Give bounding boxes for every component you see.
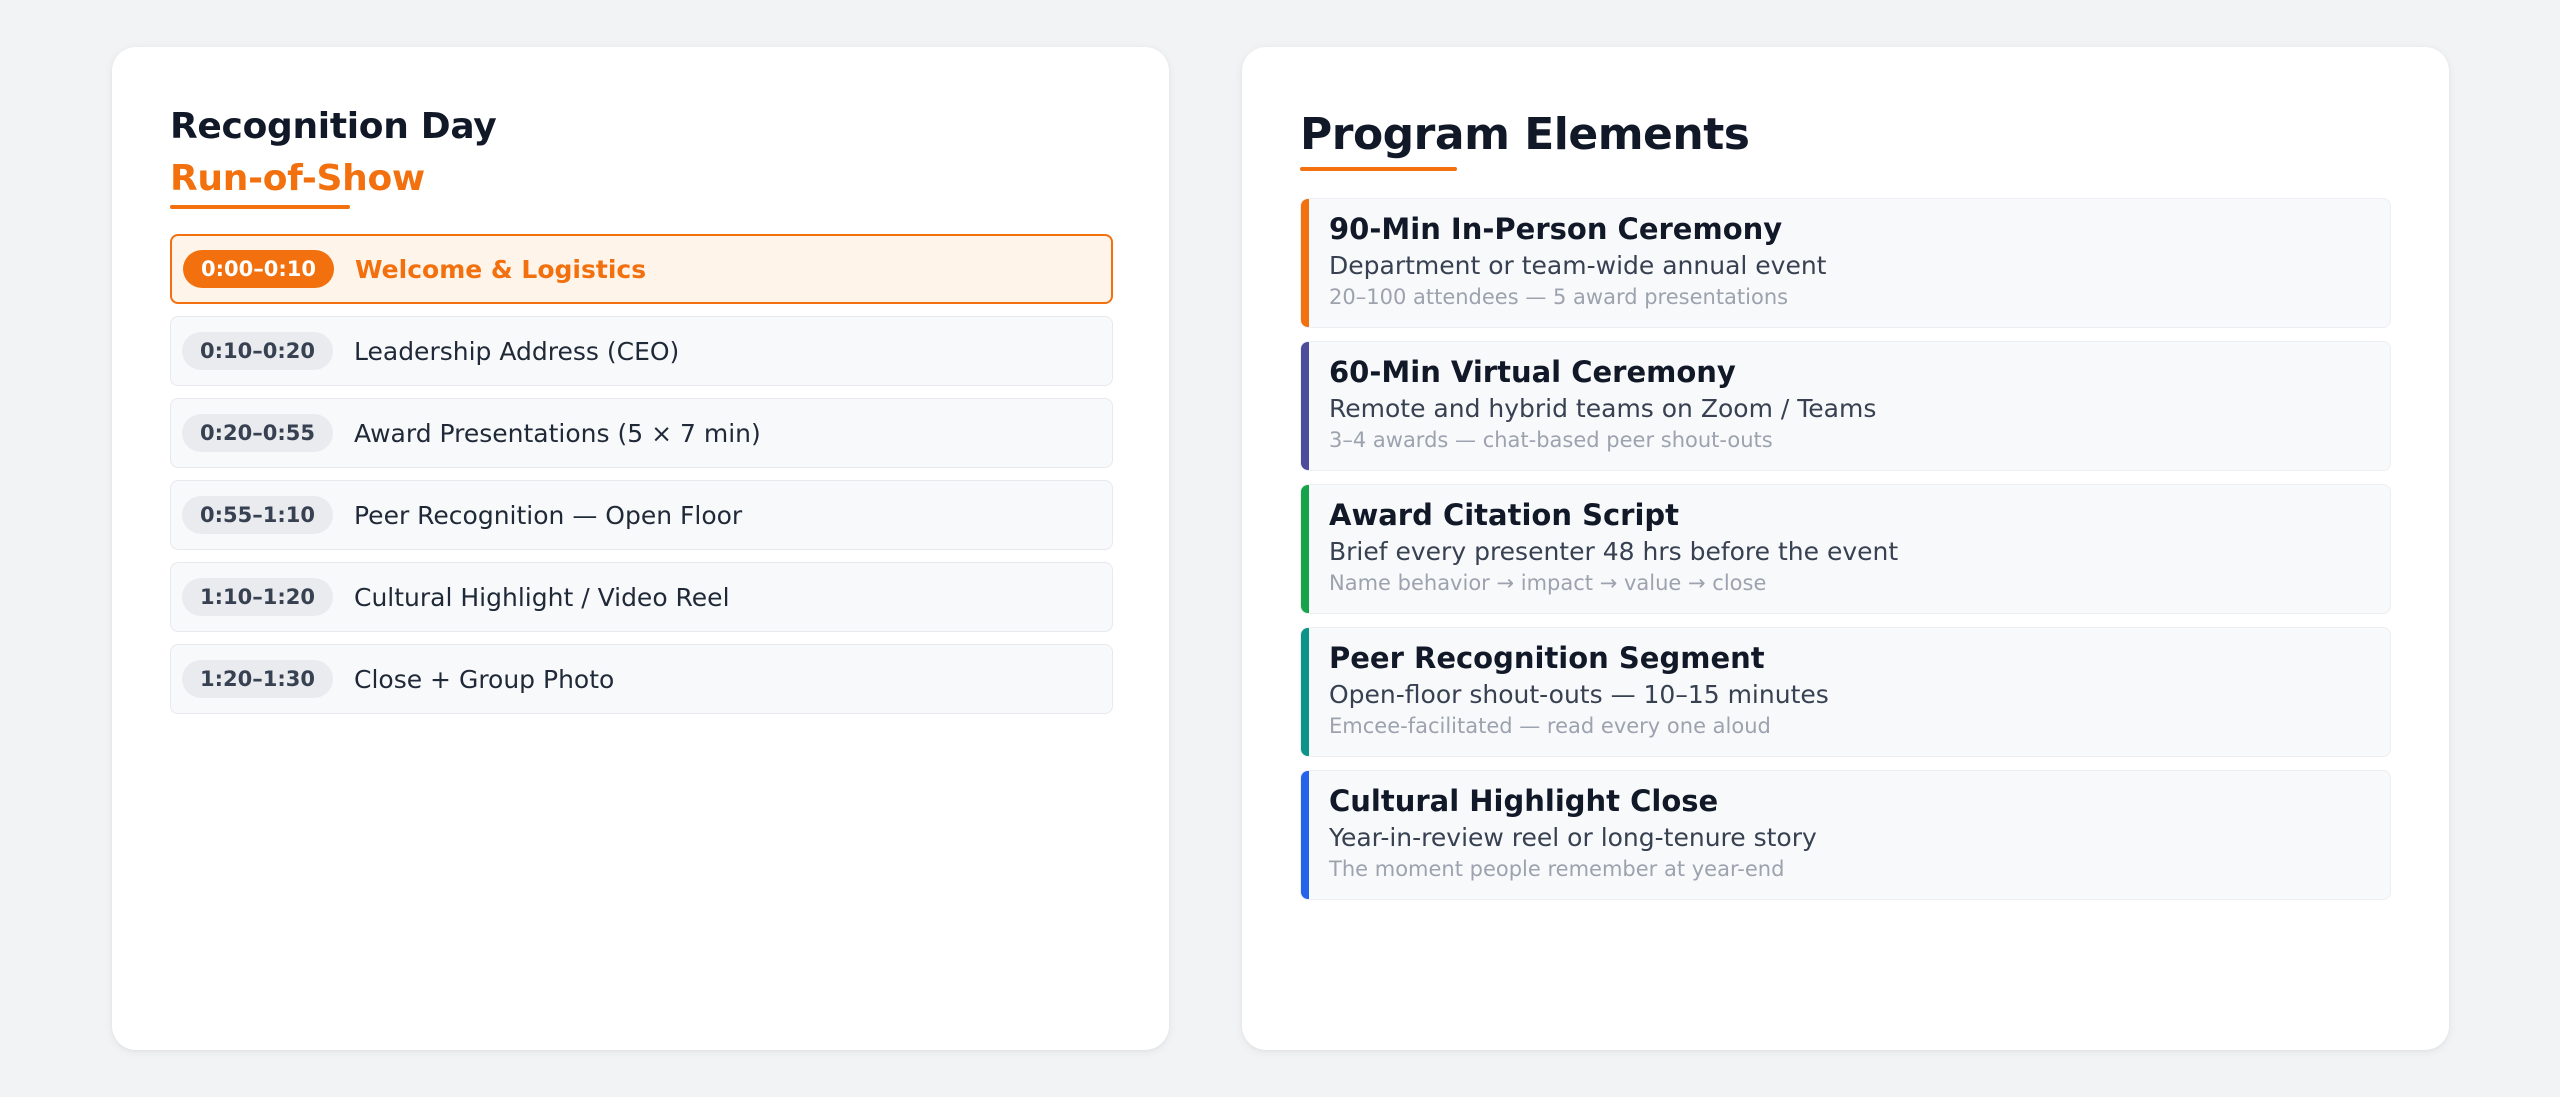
element-title: 60-Min Virtual Ceremony	[1329, 355, 1736, 389]
program-element-virtual-ceremony: 60-Min Virtual Ceremony Remote and hybri…	[1300, 341, 2391, 471]
accent-bar	[1301, 342, 1309, 470]
element-description: Open-floor shout-outs — 10–15 minutes	[1329, 680, 1829, 709]
schedule-list: 0:00–0:10 Welcome & Logistics 0:10–0:20 …	[170, 234, 1113, 726]
element-title: 90-Min In-Person Ceremony	[1329, 212, 1783, 246]
program-element-cultural-highlight: Cultural Highlight Close Year-in-review …	[1300, 770, 2391, 900]
accent-bar	[1301, 628, 1309, 756]
element-note: The moment people remember at year-end	[1329, 857, 1785, 881]
program-elements-title: Program Elements	[1300, 109, 1750, 160]
schedule-item-label: Peer Recognition — Open Floor	[354, 500, 743, 530]
schedule-item-label: Welcome & Logistics	[355, 254, 647, 284]
subtitle-underline	[170, 205, 350, 209]
title-underline	[1300, 167, 1457, 171]
time-pill: 0:55–1:10	[182, 496, 333, 534]
element-note: 3–4 awards — chat-based peer shout-outs	[1329, 428, 1773, 452]
schedule-item-label: Cultural Highlight / Video Reel	[354, 582, 730, 612]
accent-bar	[1301, 199, 1309, 327]
program-element-in-person-ceremony: 90-Min In-Person Ceremony Department or …	[1300, 198, 2391, 328]
element-note: Emcee-facilitated — read every one aloud	[1329, 714, 1771, 738]
time-pill: 0:10–0:20	[182, 332, 333, 370]
program-element-peer-recognition: Peer Recognition Segment Open-floor shou…	[1300, 627, 2391, 757]
accent-bar	[1301, 485, 1309, 613]
time-pill: 1:20–1:30	[182, 660, 333, 698]
schedule-item-peer-recognition[interactable]: 0:55–1:10 Peer Recognition — Open Floor	[170, 480, 1113, 550]
schedule-item-label: Leadership Address (CEO)	[354, 336, 680, 366]
element-note: 20–100 attendees — 5 award presentations	[1329, 285, 1789, 309]
element-title: Award Citation Script	[1329, 498, 1680, 532]
schedule-item-leadership-address[interactable]: 0:10–0:20 Leadership Address (CEO)	[170, 316, 1113, 386]
accent-bar	[1301, 771, 1309, 899]
schedule-item-cultural-highlight[interactable]: 1:10–1:20 Cultural Highlight / Video Ree…	[170, 562, 1113, 632]
program-elements-card: Program Elements 90-Min In-Person Ceremo…	[1242, 47, 2449, 1050]
element-description: Department or team-wide annual event	[1329, 251, 1827, 280]
element-title: Cultural Highlight Close	[1329, 784, 1719, 818]
schedule-item-label: Award Presentations (5 × 7 min)	[354, 418, 761, 448]
schedule-item-award-presentations[interactable]: 0:20–0:55 Award Presentations (5 × 7 min…	[170, 398, 1113, 468]
schedule-item-label: Close + Group Photo	[354, 664, 615, 694]
time-pill: 0:00–0:10	[183, 250, 334, 288]
schedule-item-close-group-photo[interactable]: 1:20–1:30 Close + Group Photo	[170, 644, 1113, 714]
element-note: Name behavior → impact → value → close	[1329, 571, 1767, 595]
program-element-citation-script: Award Citation Script Brief every presen…	[1300, 484, 2391, 614]
run-of-show-title: Recognition Day	[170, 106, 497, 147]
element-description: Year-in-review reel or long-tenure story	[1329, 823, 1817, 852]
time-pill: 1:10–1:20	[182, 578, 333, 616]
run-of-show-card: Recognition Day Run-of-Show 0:00–0:10 We…	[112, 47, 1169, 1050]
run-of-show-subtitle: Run-of-Show	[170, 158, 425, 199]
program-elements-list: 90-Min In-Person Ceremony Department or …	[1300, 198, 2391, 913]
time-pill: 0:20–0:55	[182, 414, 333, 452]
element-description: Remote and hybrid teams on Zoom / Teams	[1329, 394, 1877, 423]
schedule-item-welcome[interactable]: 0:00–0:10 Welcome & Logistics	[170, 234, 1113, 304]
element-title: Peer Recognition Segment	[1329, 641, 1765, 675]
element-description: Brief every presenter 48 hrs before the …	[1329, 537, 1899, 566]
